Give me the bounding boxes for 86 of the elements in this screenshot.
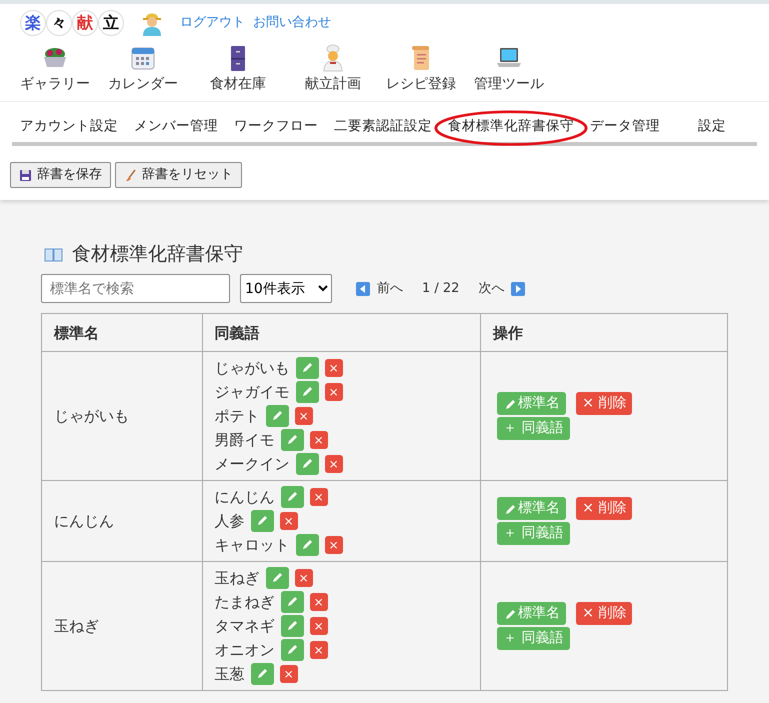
column-header: 同義語 bbox=[202, 314, 481, 352]
synonym-text: 玉ねぎ bbox=[214, 569, 260, 588]
save-button[interactable]: 辞書を保存 bbox=[10, 162, 111, 188]
synonym-text: ポテト bbox=[214, 407, 260, 426]
edit-synonym-button[interactable] bbox=[296, 357, 319, 380]
synonym-text: ジャガイモ bbox=[214, 383, 290, 402]
delete-synonym-button[interactable]: × bbox=[294, 407, 313, 426]
column-header: 標準名 bbox=[42, 314, 202, 352]
settings-tab[interactable]: データ管理 bbox=[582, 110, 668, 142]
edit-synonym-button[interactable] bbox=[266, 405, 289, 428]
settings-tab[interactable]: 設定 bbox=[690, 110, 734, 142]
synonym-text: 玉葱 bbox=[214, 665, 245, 684]
edit-synonym-button[interactable] bbox=[280, 615, 304, 638]
nav-item[interactable]: 管理ツール bbox=[466, 44, 552, 95]
settings-tab[interactable]: アカウント設定 bbox=[12, 110, 126, 142]
nav-item[interactable]: カレンダー bbox=[100, 44, 186, 95]
next-link[interactable]: 次へ bbox=[478, 279, 504, 298]
column-header: 操作 bbox=[480, 314, 728, 352]
pencil-icon bbox=[503, 502, 516, 515]
edit-synonym-button[interactable] bbox=[296, 381, 319, 404]
reset-button[interactable]: 辞書をリセット bbox=[115, 162, 242, 188]
delete-synonym-button[interactable]: × bbox=[280, 665, 298, 684]
edit-synonym-button[interactable] bbox=[266, 567, 289, 590]
page-indicator: 1 / 22 bbox=[422, 280, 460, 298]
nav-item[interactable]: 献立計画 bbox=[290, 44, 376, 95]
prev-link[interactable]: 前へ bbox=[377, 279, 403, 298]
synonym-text: キャロット bbox=[214, 536, 290, 554]
edit-synonym-button[interactable] bbox=[296, 453, 319, 476]
synonym-text: 人参 bbox=[214, 512, 245, 530]
synonym-text: オニオン bbox=[214, 641, 275, 660]
synonym-text: じゃがいも bbox=[214, 359, 290, 378]
synonym-text: にんじん bbox=[214, 488, 275, 506]
table-cell: じゃがいも bbox=[42, 352, 202, 481]
delete-synonym-button[interactable]: × bbox=[310, 641, 328, 660]
synonym-text: 男爵イモ bbox=[214, 431, 275, 450]
logo-character: 献 bbox=[72, 10, 98, 36]
nav-item[interactable]: レシピ登録 bbox=[378, 44, 464, 95]
rename-button[interactable]: 標準名 bbox=[497, 497, 566, 520]
settings-tab[interactable]: 二要素認証設定 bbox=[326, 110, 440, 142]
delete-button[interactable]: × 削除 bbox=[576, 497, 632, 520]
edit-synonym-button[interactable] bbox=[280, 429, 304, 452]
settings-tab[interactable]: メンバー管理 bbox=[126, 110, 226, 142]
add-synonym-button[interactable]: ＋ 同義語 bbox=[497, 627, 570, 650]
logo-character: 楽 bbox=[20, 10, 46, 36]
pencil-icon bbox=[503, 398, 516, 410]
logo-character: 立 bbox=[98, 10, 124, 36]
header-link[interactable]: ログアウト bbox=[180, 13, 245, 33]
delete-synonym-button[interactable]: × bbox=[310, 593, 328, 612]
delete-button[interactable]: × 削除 bbox=[576, 392, 632, 416]
delete-synonym-button[interactable]: × bbox=[310, 488, 328, 506]
table-cell: にんじん bbox=[42, 480, 202, 562]
settings-tab[interactable]: 食材標準化辞書保守 bbox=[440, 110, 582, 142]
edit-synonym-button[interactable] bbox=[280, 591, 304, 614]
synonym-text: たまねぎ bbox=[214, 593, 275, 612]
delete-synonym-button[interactable]: × bbox=[280, 512, 298, 530]
delete-synonym-button[interactable]: × bbox=[310, 431, 328, 450]
add-synonym-button[interactable]: ＋ 同義語 bbox=[497, 522, 570, 546]
header-link[interactable]: お問い合わせ bbox=[253, 13, 331, 33]
delete-synonym-button[interactable]: × bbox=[324, 536, 343, 554]
delete-synonym-button[interactable]: × bbox=[324, 359, 343, 378]
edit-synonym-button[interactable] bbox=[250, 663, 274, 686]
page-size-select[interactable]: 10件表示 bbox=[240, 274, 332, 304]
settings-tab[interactable]: ワークフロー bbox=[226, 110, 326, 142]
page-title: 食材標準化辞書保守 bbox=[72, 242, 243, 267]
logo-character: 々 bbox=[46, 10, 72, 36]
delete-button[interactable]: × 削除 bbox=[576, 602, 632, 626]
nav-item[interactable]: ギャラリー bbox=[12, 44, 98, 95]
delete-synonym-button[interactable]: × bbox=[324, 383, 343, 402]
delete-synonym-button[interactable]: × bbox=[310, 617, 328, 636]
edit-synonym-button[interactable] bbox=[280, 639, 304, 662]
edit-synonym-button[interactable] bbox=[280, 486, 304, 508]
nav-item[interactable]: 食材在庫 bbox=[188, 44, 288, 95]
open-book-icon bbox=[44, 246, 64, 262]
synonym-text: メークイン bbox=[214, 455, 290, 474]
edit-synonym-button[interactable] bbox=[296, 534, 319, 556]
broom-icon bbox=[124, 168, 137, 182]
pencil-icon bbox=[503, 608, 516, 620]
edit-synonym-button[interactable] bbox=[250, 510, 274, 532]
synonym-text: タマネギ bbox=[214, 617, 275, 636]
rename-button[interactable]: 標準名 bbox=[497, 392, 566, 416]
table-cell: 玉ねぎ bbox=[42, 562, 202, 691]
search-field[interactable]: 標準名で検索 bbox=[41, 274, 230, 304]
add-synonym-button[interactable]: ＋ 同義語 bbox=[497, 417, 570, 440]
delete-synonym-button[interactable]: × bbox=[324, 455, 343, 474]
delete-synonym-button[interactable]: × bbox=[294, 569, 313, 588]
rename-button[interactable]: 標準名 bbox=[497, 602, 566, 626]
